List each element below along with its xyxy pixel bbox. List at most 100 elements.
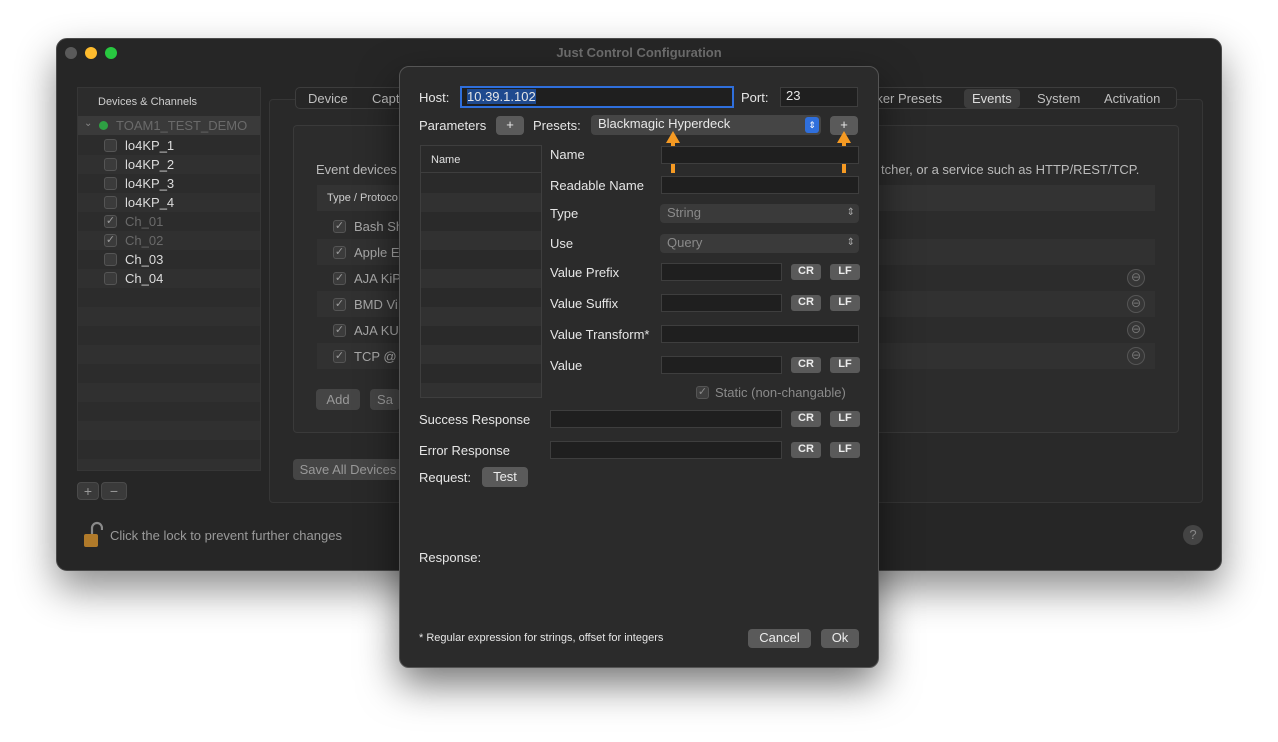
help-button[interactable]: ? [1183,525,1203,545]
updown-chevron-icon: ⇕ [846,207,855,218]
event-device-checkbox[interactable]: ✓ [333,246,346,259]
static-label: Static (non-changable) [715,385,846,400]
value-prefix-input[interactable] [661,263,782,281]
events-description: Event devices [316,162,397,177]
use-select-value: Query [667,235,703,250]
event-device-label: Apple E [354,245,400,260]
ok-button[interactable]: Ok [821,629,859,648]
tab-events[interactable]: Events [964,89,1020,108]
value-transform-label: Value Transform* [550,327,650,342]
channel-checkbox[interactable] [104,139,117,152]
footnote: * Regular expression for strings, offset… [419,632,664,644]
port-input[interactable]: 23 [780,87,858,107]
tab-system[interactable]: System [1037,91,1080,106]
lock-icon[interactable] [83,521,104,549]
save-all-devices-button[interactable]: Save All Devices [293,459,403,480]
channel-checkbox[interactable] [104,177,117,190]
add-parameter-button[interactable]: + [496,116,524,135]
tab-activation[interactable]: Activation [1104,91,1160,106]
save-event-device-button[interactable]: Sa [370,389,400,410]
list-header-name: Name [431,154,461,166]
parameter-list[interactable]: Name [420,145,542,398]
window-title: Just Control Configuration [556,45,722,60]
presets-select[interactable]: Blackmagic Hyperdeck ⇕ [591,115,821,135]
parameter-list-header: Name [421,146,541,173]
error-cr-button[interactable]: CR [791,442,821,458]
presets-label: Presets: [533,118,581,133]
chevron-down-icon[interactable]: ⌄ [84,118,92,129]
use-select[interactable]: Query ⇕ [660,234,859,253]
type-select-value: String [667,205,701,220]
event-device-label: Bash Sh [354,219,404,234]
type-select[interactable]: String ⇕ [660,204,859,223]
lock-text: Click the lock to prevent further change… [110,528,342,543]
tab-device[interactable]: Device [308,91,348,106]
response-label: Response: [419,550,482,565]
event-device-checkbox[interactable]: ✓ [333,272,346,285]
channel-checkbox[interactable]: ✓ [104,215,117,228]
error-lf-button[interactable]: LF [830,442,860,458]
value-label: Value [550,358,583,373]
sidebar-item[interactable]: ✓ Ch_01 [78,212,260,231]
channel-checkbox[interactable] [104,158,117,171]
presets-select-value: Blackmagic Hyperdeck [598,116,731,131]
channel-checkbox[interactable] [104,196,117,209]
event-device-label: TCP @ [354,349,397,364]
sidebar-item[interactable]: Ch_03 [78,250,260,269]
channel-checkbox[interactable] [104,253,117,266]
success-cr-button[interactable]: CR [791,411,821,427]
sidebar-item[interactable]: ✓ Ch_02 [78,231,260,250]
success-response-input[interactable] [550,410,782,428]
sidebar-header: Devices & Channels [98,96,198,108]
remove-row-icon[interactable]: ⊖ [1127,269,1145,287]
remove-device-button[interactable]: − [101,482,127,500]
host-input[interactable]: 10.39.1.102 [460,86,734,108]
static-checkbox[interactable]: ✓ [696,386,709,399]
value-lf-button[interactable]: LF [830,357,860,373]
add-device-button[interactable]: + [77,482,99,500]
sidebar-item-label: Ch_03 [125,252,164,267]
sidebar-item[interactable]: lo4KP_4 [78,193,260,212]
event-device-label: AJA KiP [354,271,401,286]
sidebar-item[interactable]: lo4KP_1 [78,136,260,155]
name-label: Name [550,147,585,162]
devices-sidebar: Devices & Channels ⌄ TOAM1_TEST_DEMO lo4… [77,87,261,471]
sidebar-item[interactable]: lo4KP_2 [78,155,260,174]
sidebar-device-row[interactable]: ⌄ TOAM1_TEST_DEMO [78,116,260,135]
event-device-checkbox[interactable]: ✓ [333,324,346,337]
error-response-input[interactable] [550,441,782,459]
remove-row-icon[interactable]: ⊖ [1127,321,1145,339]
tab-capture[interactable]: Capt [372,91,399,106]
sidebar-item-label: Ch_01 [125,214,164,229]
success-lf-button[interactable]: LF [830,411,860,427]
sidebar-item[interactable]: lo4KP_3 [78,174,260,193]
event-device-checkbox[interactable]: ✓ [333,220,346,233]
value-input[interactable] [661,356,782,374]
value-suffix-label: Value Suffix [550,296,619,311]
type-label: Type [550,206,579,221]
readable-name-input[interactable] [661,176,859,194]
remove-row-icon[interactable]: ⊖ [1127,347,1145,365]
channel-checkbox[interactable]: ✓ [104,234,117,247]
event-device-checkbox[interactable]: ✓ [333,350,346,363]
test-button[interactable]: Test [482,467,528,487]
add-event-device-button[interactable]: Add [316,389,360,410]
host-label: Host: [419,90,450,105]
value-transform-input[interactable] [661,325,859,343]
suffix-cr-button[interactable]: CR [791,295,821,311]
remove-row-icon[interactable]: ⊖ [1127,295,1145,313]
channel-checkbox[interactable] [104,272,117,285]
prefix-lf-button[interactable]: LF [830,264,860,280]
parameters-label: Parameters [419,118,487,133]
name-input[interactable] [661,146,859,164]
device-name: TOAM1_TEST_DEMO [116,118,248,133]
updown-chevron-icon: ⇕ [805,117,819,133]
tab-marker-presets[interactable]: rker Presets [872,91,942,106]
suffix-lf-button[interactable]: LF [830,295,860,311]
value-cr-button[interactable]: CR [791,357,821,373]
sidebar-item[interactable]: Ch_04 [78,269,260,288]
value-suffix-input[interactable] [661,294,782,312]
cancel-button[interactable]: Cancel [748,629,811,648]
event-device-checkbox[interactable]: ✓ [333,298,346,311]
prefix-cr-button[interactable]: CR [791,264,821,280]
